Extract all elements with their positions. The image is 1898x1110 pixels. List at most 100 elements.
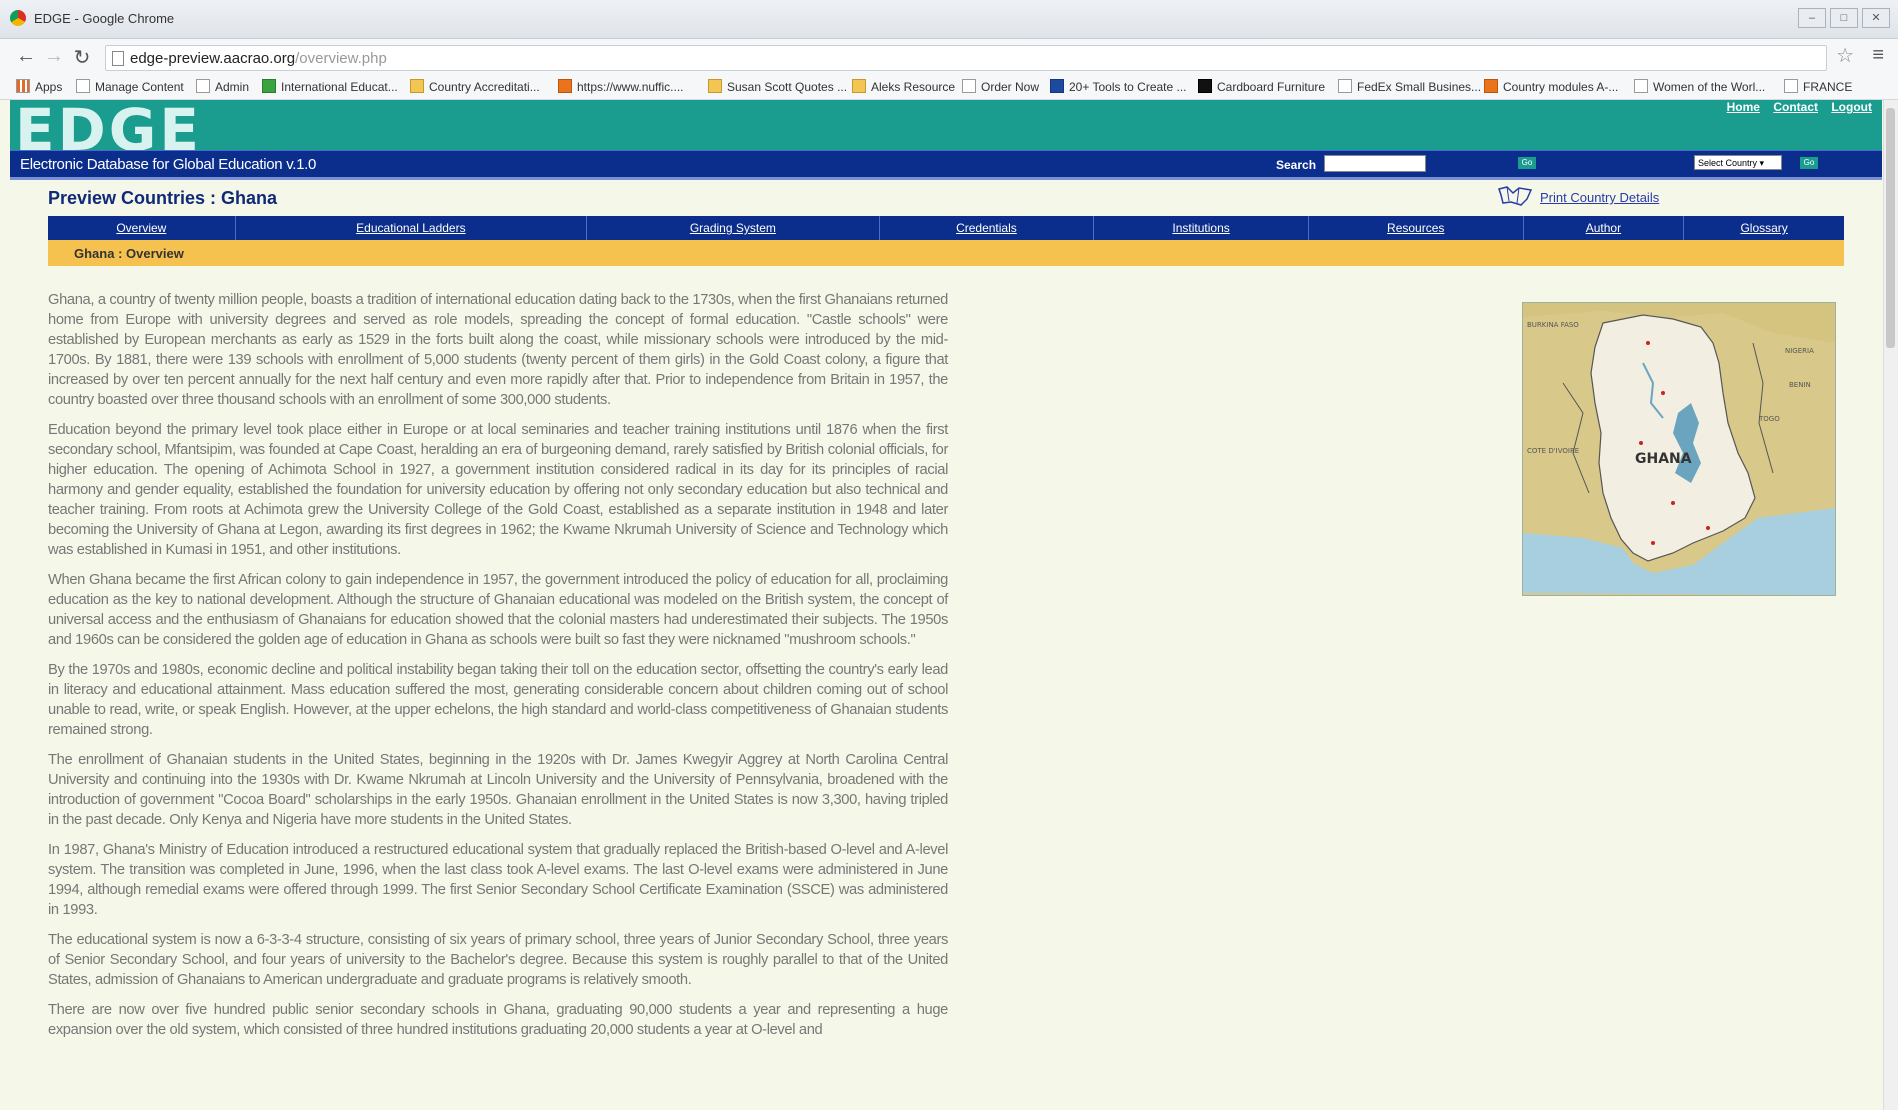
- bookmark-item[interactable]: 20+ Tools to Create ...: [1050, 79, 1187, 94]
- window-title: EDGE - Google Chrome: [34, 11, 175, 26]
- tab-glossary[interactable]: Glossary: [1684, 216, 1844, 240]
- page-scrollbar[interactable]: [1883, 100, 1898, 1110]
- page-icon: [196, 79, 210, 93]
- map-neighbor-label: COTE D'IVOIRE: [1527, 447, 1579, 455]
- bookmark-item[interactable]: Aleks Resource: [852, 79, 955, 94]
- paragraph: In 1987, Ghana's Ministry of Education i…: [48, 842, 948, 918]
- page-icon: [962, 79, 976, 93]
- bookmarks-bar: Apps Manage Content Admin International …: [0, 75, 1898, 100]
- maximize-icon[interactable]: □: [1830, 8, 1858, 28]
- site-icon: [1198, 79, 1212, 93]
- bookmark-item[interactable]: Apps: [16, 79, 62, 94]
- home-link[interactable]: Home: [1727, 100, 1760, 114]
- search-label: Search: [1276, 158, 1317, 172]
- ghana-map: GHANA BURKINA FASO NIGERIA BENIN TOGO CO…: [1522, 302, 1836, 596]
- map-country-label: GHANA: [1635, 451, 1692, 467]
- close-icon[interactable]: ✕: [1862, 8, 1890, 28]
- bookmark-item[interactable]: https://www.nuffic....: [558, 79, 684, 94]
- bookmark-item[interactable]: International Educat...: [262, 79, 398, 94]
- bookmark-item[interactable]: Country modules A-...: [1484, 79, 1618, 94]
- country-tabs: Overview Educational Ladders Grading Sys…: [48, 216, 1844, 240]
- print-map-icon[interactable]: [1497, 185, 1533, 207]
- bookmark-item[interactable]: FRANCE: [1784, 79, 1852, 94]
- page-viewport: EDGE Home Contact Logout Electronic Data…: [0, 100, 1898, 1110]
- bookmark-item[interactable]: Order Now: [962, 79, 1039, 94]
- bookmark-item[interactable]: Women of the Worl...: [1634, 79, 1765, 94]
- country-select-value: Select Country: [1698, 158, 1758, 168]
- bookmark-label: Apps: [35, 80, 63, 94]
- scrollbar-thumb[interactable]: [1886, 108, 1895, 348]
- bookmark-item[interactable]: Susan Scott Quotes ...: [708, 79, 847, 94]
- back-arrow-icon[interactable]: ←: [14, 45, 38, 68]
- site-icon: [262, 79, 276, 93]
- address-url[interactable]: edge-preview.aacrao.org/overview.php: [130, 50, 387, 67]
- bookmark-item[interactable]: Admin: [196, 79, 249, 94]
- bookmark-label: Admin: [215, 80, 250, 94]
- bookmark-item[interactable]: Cardboard Furniture: [1198, 79, 1325, 94]
- bookmark-label: Country modules A-...: [1503, 80, 1619, 94]
- url-path: /overview.php: [295, 50, 387, 67]
- bookmark-label: FRANCE: [1803, 80, 1853, 94]
- address-bar[interactable]: edge-preview.aacrao.org/overview.php: [105, 45, 1827, 71]
- page-icon: [76, 79, 90, 93]
- bookmark-item[interactable]: FedEx Small Busines...: [1338, 79, 1481, 94]
- menu-icon[interactable]: ≡: [1872, 44, 1884, 67]
- map-neighbor-label: TOGO: [1758, 415, 1780, 423]
- paragraph: There are now over five hundred public s…: [48, 1002, 948, 1038]
- bulb-icon: [708, 79, 722, 93]
- bookmark-label: Susan Scott Quotes ...: [727, 80, 848, 94]
- bookmark-star-icon[interactable]: ☆: [1836, 43, 1854, 68]
- page-icon: [112, 51, 124, 66]
- window-controls: – □ ✕: [1798, 8, 1890, 28]
- bookmark-label: Manage Content: [95, 80, 184, 94]
- contact-link[interactable]: Contact: [1773, 100, 1818, 114]
- search-go-button[interactable]: Go: [1518, 157, 1536, 169]
- site-icon: [1050, 79, 1064, 93]
- logout-link[interactable]: Logout: [1831, 100, 1872, 114]
- bookmark-label: 20+ Tools to Create ...: [1069, 80, 1187, 94]
- bookmark-label: Aleks Resource: [871, 80, 956, 94]
- paragraph: Ghana, a country of twenty million peopl…: [48, 292, 948, 408]
- site-header-bar: Electronic Database for Global Education…: [10, 150, 1882, 180]
- tab-institutions[interactable]: Institutions: [1094, 216, 1309, 240]
- forward-arrow-icon[interactable]: →: [42, 45, 66, 68]
- tab-credentials[interactable]: Credentials: [880, 216, 1095, 240]
- tab-overview[interactable]: Overview: [48, 216, 236, 240]
- bookmark-label: International Educat...: [281, 80, 398, 94]
- country-go-button[interactable]: Go: [1800, 157, 1818, 169]
- url-host: edge-preview.aacrao.org: [130, 50, 296, 67]
- overview-text: Ghana, a country of twenty million peopl…: [48, 290, 948, 1050]
- bookmark-label: Cardboard Furniture: [1217, 80, 1326, 94]
- chrome-icon: [10, 10, 26, 26]
- bookmark-item[interactable]: Manage Content: [76, 79, 184, 94]
- site-subtitle: Electronic Database for Global Education…: [20, 156, 317, 173]
- bookmark-label: FedEx Small Busines...: [1357, 80, 1482, 94]
- map-neighbor-label: NIGERIA: [1785, 347, 1814, 355]
- bookmark-item[interactable]: Country Accreditati...: [410, 79, 540, 94]
- bookmark-label: Country Accreditati...: [429, 80, 540, 94]
- country-select[interactable]: Select Country ▾: [1694, 155, 1782, 170]
- print-country-details-link[interactable]: Print Country Details: [1540, 190, 1659, 205]
- breadcrumb-label: Ghana : Overview: [74, 246, 184, 261]
- paragraph: When Ghana became the first African colo…: [48, 572, 948, 648]
- search-input[interactable]: [1324, 155, 1426, 172]
- bookmark-label: Order Now: [981, 80, 1040, 94]
- folder-icon: [410, 79, 424, 93]
- paragraph: The educational system is now a 6-3-3-4 …: [48, 932, 948, 988]
- minimize-icon[interactable]: –: [1798, 8, 1826, 28]
- page-icon: [1784, 79, 1798, 93]
- ghana-map-svg: GHANA BURKINA FASO NIGERIA BENIN TOGO CO…: [1523, 303, 1835, 595]
- bookmark-label: https://www.nuffic....: [577, 80, 684, 94]
- page-icon: [1338, 79, 1352, 93]
- tab-resources[interactable]: Resources: [1309, 216, 1524, 240]
- reload-icon[interactable]: ↻: [70, 45, 94, 70]
- tab-grading-system[interactable]: Grading System: [587, 216, 880, 240]
- tab-educational-ladders[interactable]: Educational Ladders: [236, 216, 588, 240]
- tab-author[interactable]: Author: [1524, 216, 1685, 240]
- site-icon: [1484, 79, 1498, 93]
- site-banner: EDGE Home Contact Logout: [10, 100, 1882, 164]
- site-icon: [558, 79, 572, 93]
- page-icon: [1634, 79, 1648, 93]
- breadcrumb: Ghana : Overview: [48, 240, 1844, 266]
- folder-icon: [852, 79, 866, 93]
